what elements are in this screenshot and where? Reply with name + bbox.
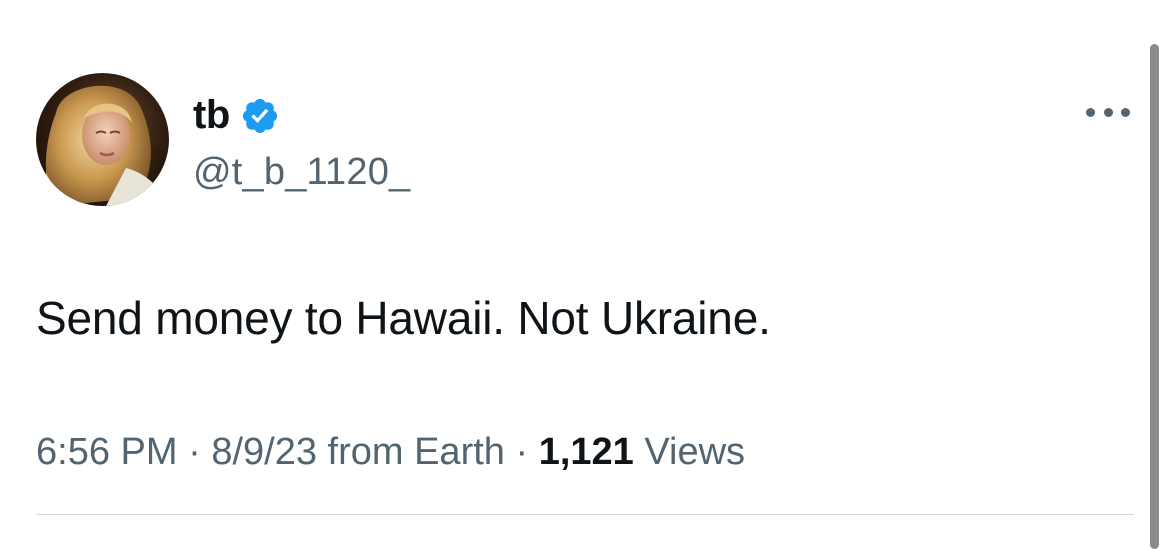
scrollbar[interactable] xyxy=(1150,44,1159,549)
dot xyxy=(1103,107,1113,117)
tweet-date[interactable]: 8/9/23 xyxy=(211,431,317,473)
profile-photo-icon xyxy=(36,73,169,206)
more-options-icon[interactable] xyxy=(1086,100,1130,124)
avatar[interactable] xyxy=(36,73,169,206)
tweet-text: Send money to Hawaii. Not Ukraine. xyxy=(36,292,771,344)
views-count[interactable]: 1,121 xyxy=(539,431,634,473)
author-name-row[interactable]: tb xyxy=(193,92,280,138)
meta-separator: · xyxy=(177,431,212,473)
tweet-time[interactable]: 6:56 PM xyxy=(36,431,178,473)
verified-badge-icon[interactable] xyxy=(240,96,280,136)
tweet-source: from Earth xyxy=(316,431,505,473)
divider xyxy=(36,514,1134,515)
author-display-name[interactable]: tb xyxy=(193,92,230,138)
dot xyxy=(1086,107,1095,117)
author-handle[interactable]: @t_b_1120_ xyxy=(193,150,410,194)
meta-separator: · xyxy=(504,431,539,473)
tweet-metadata: 6:56 PM · 8/9/23 from Earth · 1,121 View… xyxy=(36,428,745,476)
views-label[interactable]: Views xyxy=(634,431,745,473)
dot xyxy=(1121,107,1130,117)
tweet-detail: tb @t_b_1120_ Send money to Hawaii. Not … xyxy=(0,0,1169,549)
